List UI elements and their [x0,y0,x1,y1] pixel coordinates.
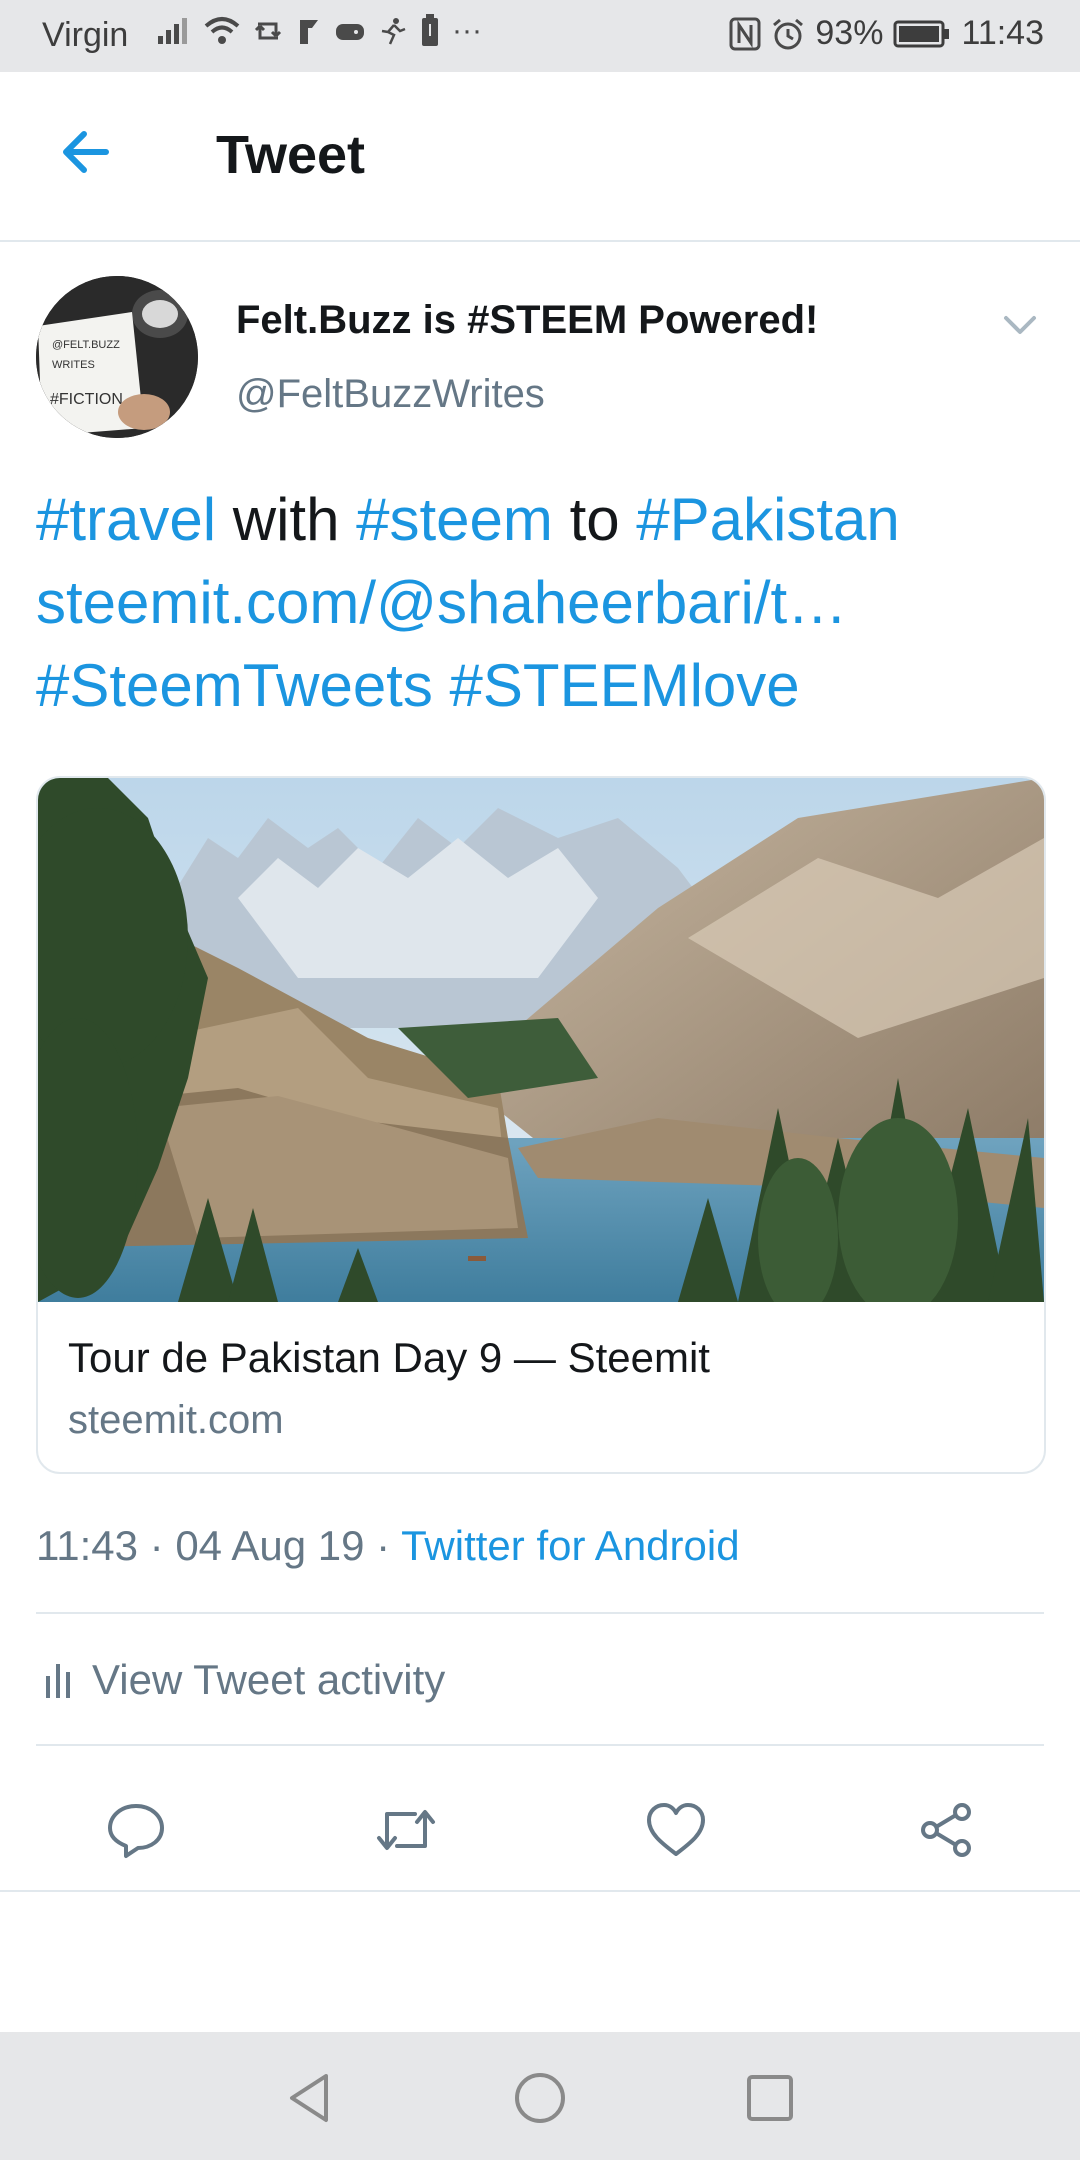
tweet-meta: 11:43 · 04 Aug 19 · Twitter for Android [36,1522,740,1570]
hashtag-steemtweets[interactable]: #SteemTweets [36,652,433,719]
retweet-button[interactable] [366,1790,446,1870]
tweet-source-link[interactable]: Twitter for Android [401,1522,739,1569]
wifi-icon [204,17,240,44]
hashtag-steemlove[interactable]: #STEEMlove [433,652,800,719]
status-clock: 11:43 [961,14,1044,52]
avatar-text-3: #FICTION [50,391,123,408]
bar-chart-icon [46,1664,70,1698]
meta-separator: · [138,1522,176,1569]
divider [36,1744,1044,1746]
more-notifications-indicator: ··· [452,14,482,47]
avatar-text-1: @FELT.BUZZ [52,339,120,351]
author-display-name[interactable]: Felt.Buzz is #STEEM Powered! [236,298,818,343]
app-bar: Tweet [0,72,1080,242]
hashtag-steem[interactable]: #steem [356,486,553,553]
battery-percentage: 93% [815,14,884,52]
status-icons-right: 93% 11:43 [729,14,1044,53]
author-handle[interactable]: @FeltBuzzWrites [236,372,545,417]
meta-separator: · [364,1522,402,1569]
tweet-text-segment: with [216,486,357,553]
reply-button[interactable] [96,1790,176,1870]
tweet-date: 04 Aug 19 [175,1522,365,1569]
status-bar: Virgin ··· 93% 11:43 [0,0,1080,72]
share-icon [921,1803,971,1857]
view-tweet-activity-button[interactable]: View Tweet activity [36,1636,1036,1724]
tweet-text: #travel with #steem to #Pakistan steemit… [36,478,1046,727]
back-nav-icon[interactable] [280,2068,340,2128]
card-title: Tour de Pakistan Day 9 — Steemit [68,1334,710,1381]
tweet-time: 11:43 [36,1522,138,1569]
battery-icon [893,20,950,47]
retweet-icon [377,1810,435,1850]
chevron-down-icon[interactable] [1000,304,1040,344]
tweet-text-segment: to [552,486,637,553]
divider [0,1890,1080,1892]
arrow-left-icon[interactable] [56,122,116,182]
tweet-actions [0,1770,1080,1890]
home-nav-icon[interactable] [510,2068,570,2128]
page-title: Tweet [216,125,366,185]
share-button[interactable] [906,1790,986,1870]
retweet-notification-icon [254,22,282,40]
alarm-icon [773,18,804,49]
avatar-image: @FELT.BUZZ WRITES #FICTION [36,276,198,438]
recents-nav-icon[interactable] [740,2068,800,2128]
divider [36,1612,1044,1614]
reply-icon [108,1804,164,1858]
like-button[interactable] [636,1790,716,1870]
heart-icon [647,1803,705,1856]
link-preview-card[interactable]: Tour de Pakistan Day 9 — Steemit steemit… [36,776,1046,1474]
carrier-label: Virgin [42,16,129,54]
view-tweet-activity-label: View Tweet activity [92,1656,446,1703]
card-domain: steemit.com [68,1398,284,1442]
tweet-url-link[interactable]: steemit.com/@shaheerbari/t… [36,569,847,636]
avatar[interactable]: @FELT.BUZZ WRITES #FICTION [36,276,198,438]
game-icon [336,24,364,40]
running-icon [381,18,406,45]
hashtag-travel[interactable]: #travel [36,486,216,553]
battery-saver-icon [422,14,438,46]
flipboard-icon [300,20,318,44]
avatar-text-2: WRITES [52,359,95,371]
status-icons-left: ··· [156,14,482,48]
card-image[interactable] [38,778,1044,1302]
hashtag-pakistan[interactable]: #Pakistan [636,486,900,553]
system-navigation-bar [0,2032,1080,2160]
tweet-author[interactable]: @FELT.BUZZ WRITES #FICTION Felt.Buzz is … [36,274,1046,444]
signal-icon [158,18,187,44]
nfc-icon [729,17,761,50]
